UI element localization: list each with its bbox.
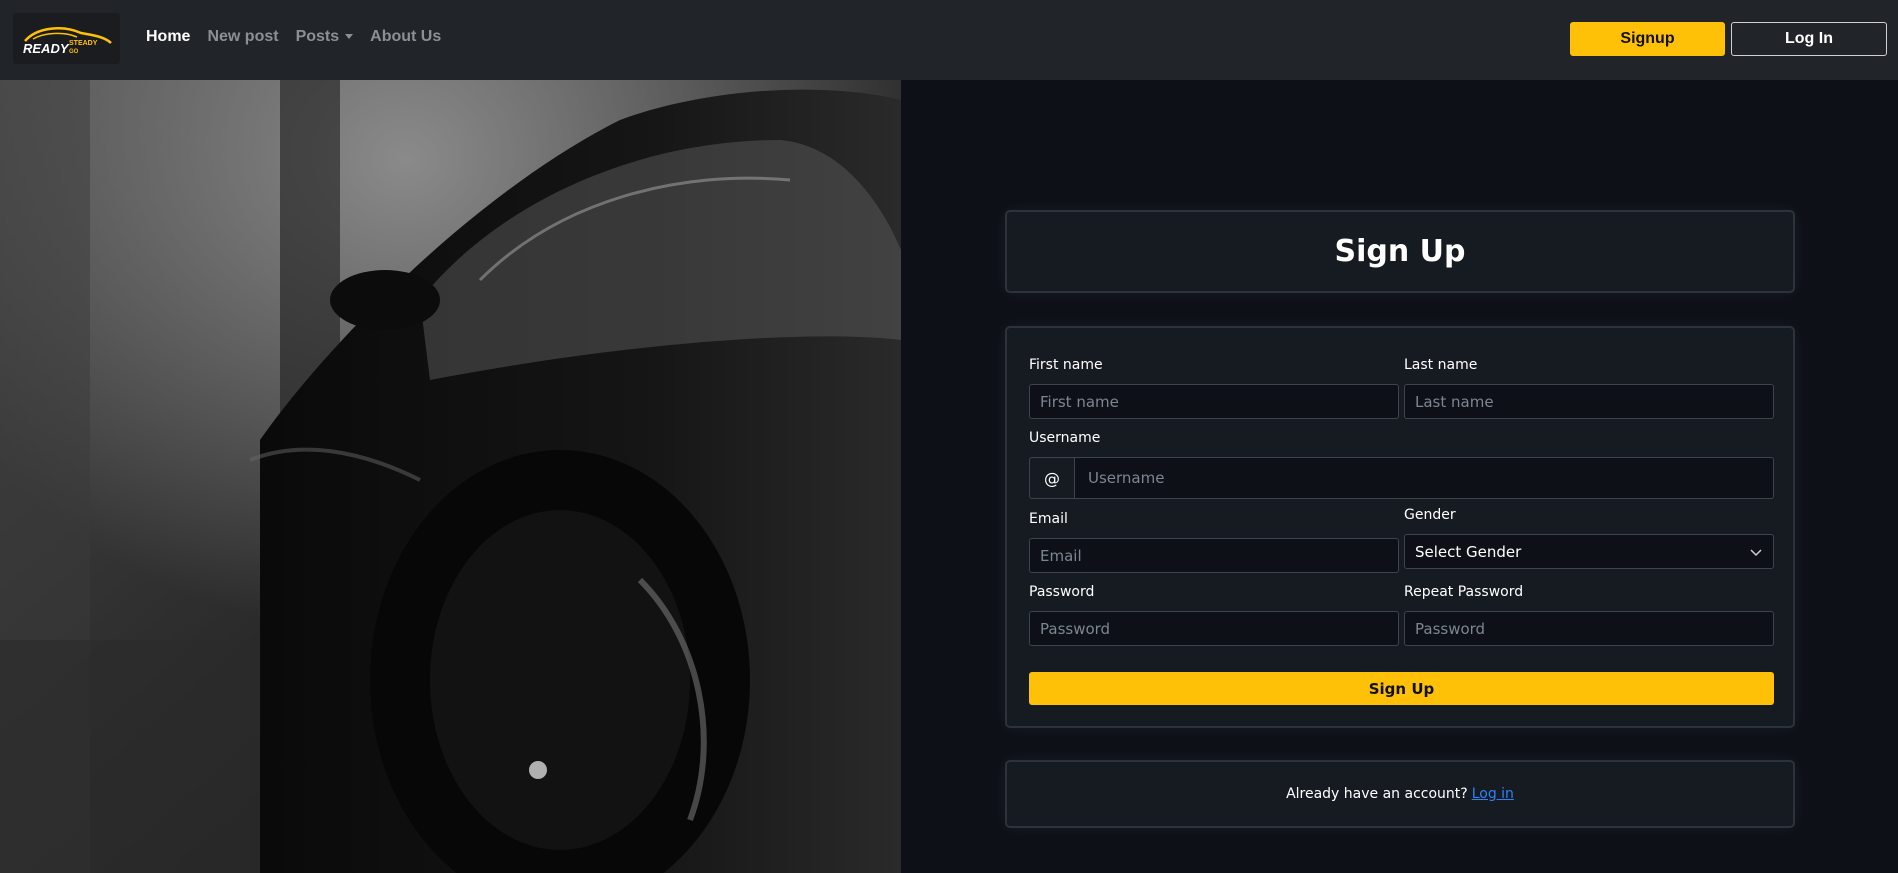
last-name-input[interactable] — [1404, 384, 1774, 419]
brand-logo[interactable]: READY STEADY GO — [13, 13, 120, 64]
chevron-down-icon — [1750, 548, 1762, 556]
first-name-input[interactable] — [1029, 384, 1399, 419]
login-button[interactable]: Log In — [1731, 22, 1887, 56]
password-input[interactable] — [1029, 611, 1399, 646]
repeat-password-input[interactable] — [1404, 611, 1774, 646]
login-prompt-card: Already have an account? Log in — [1005, 760, 1795, 828]
gender-select-value: Select Gender — [1415, 542, 1522, 561]
svg-text:GO: GO — [69, 49, 79, 55]
signup-submit-button[interactable]: Sign Up — [1029, 672, 1774, 705]
username-label: Username — [1029, 430, 1101, 446]
signup-form-card: First name Last name Username @ Email Ge… — [1005, 326, 1795, 728]
nav-links: Home New post Posts About Us — [146, 28, 441, 46]
logo-text: READY — [23, 41, 70, 56]
page-title: Sign Up — [1334, 234, 1466, 269]
nav-about-link[interactable]: About Us — [370, 28, 441, 46]
repeat-password-label: Repeat Password — [1404, 584, 1524, 600]
last-name-label: Last name — [1404, 357, 1478, 373]
email-label: Email — [1029, 511, 1068, 527]
gender-label: Gender — [1404, 507, 1456, 523]
first-name-label: First name — [1029, 357, 1103, 373]
login-link[interactable]: Log in — [1472, 786, 1514, 802]
nav-new-post-link[interactable]: New post — [207, 28, 278, 46]
email-input[interactable] — [1029, 538, 1399, 573]
login-prompt-text: Already have an account? — [1286, 786, 1468, 802]
nav-posts-label: Posts — [295, 28, 340, 45]
username-input[interactable] — [1074, 457, 1774, 499]
signup-title-card: Sign Up — [1005, 210, 1795, 293]
signup-button[interactable]: Signup — [1570, 22, 1725, 56]
hero-car-image — [0, 80, 901, 873]
nav-posts-dropdown[interactable]: Posts — [296, 28, 354, 46]
navbar: READY STEADY GO Home New post Posts Abou… — [0, 0, 1898, 80]
nav-home-link[interactable]: Home — [146, 28, 190, 46]
gender-select[interactable]: Select Gender — [1404, 534, 1774, 569]
password-label: Password — [1029, 584, 1095, 600]
at-sign-icon: @ — [1029, 457, 1075, 499]
svg-text:STEADY: STEADY — [69, 40, 98, 47]
caret-down-icon — [345, 34, 354, 40]
